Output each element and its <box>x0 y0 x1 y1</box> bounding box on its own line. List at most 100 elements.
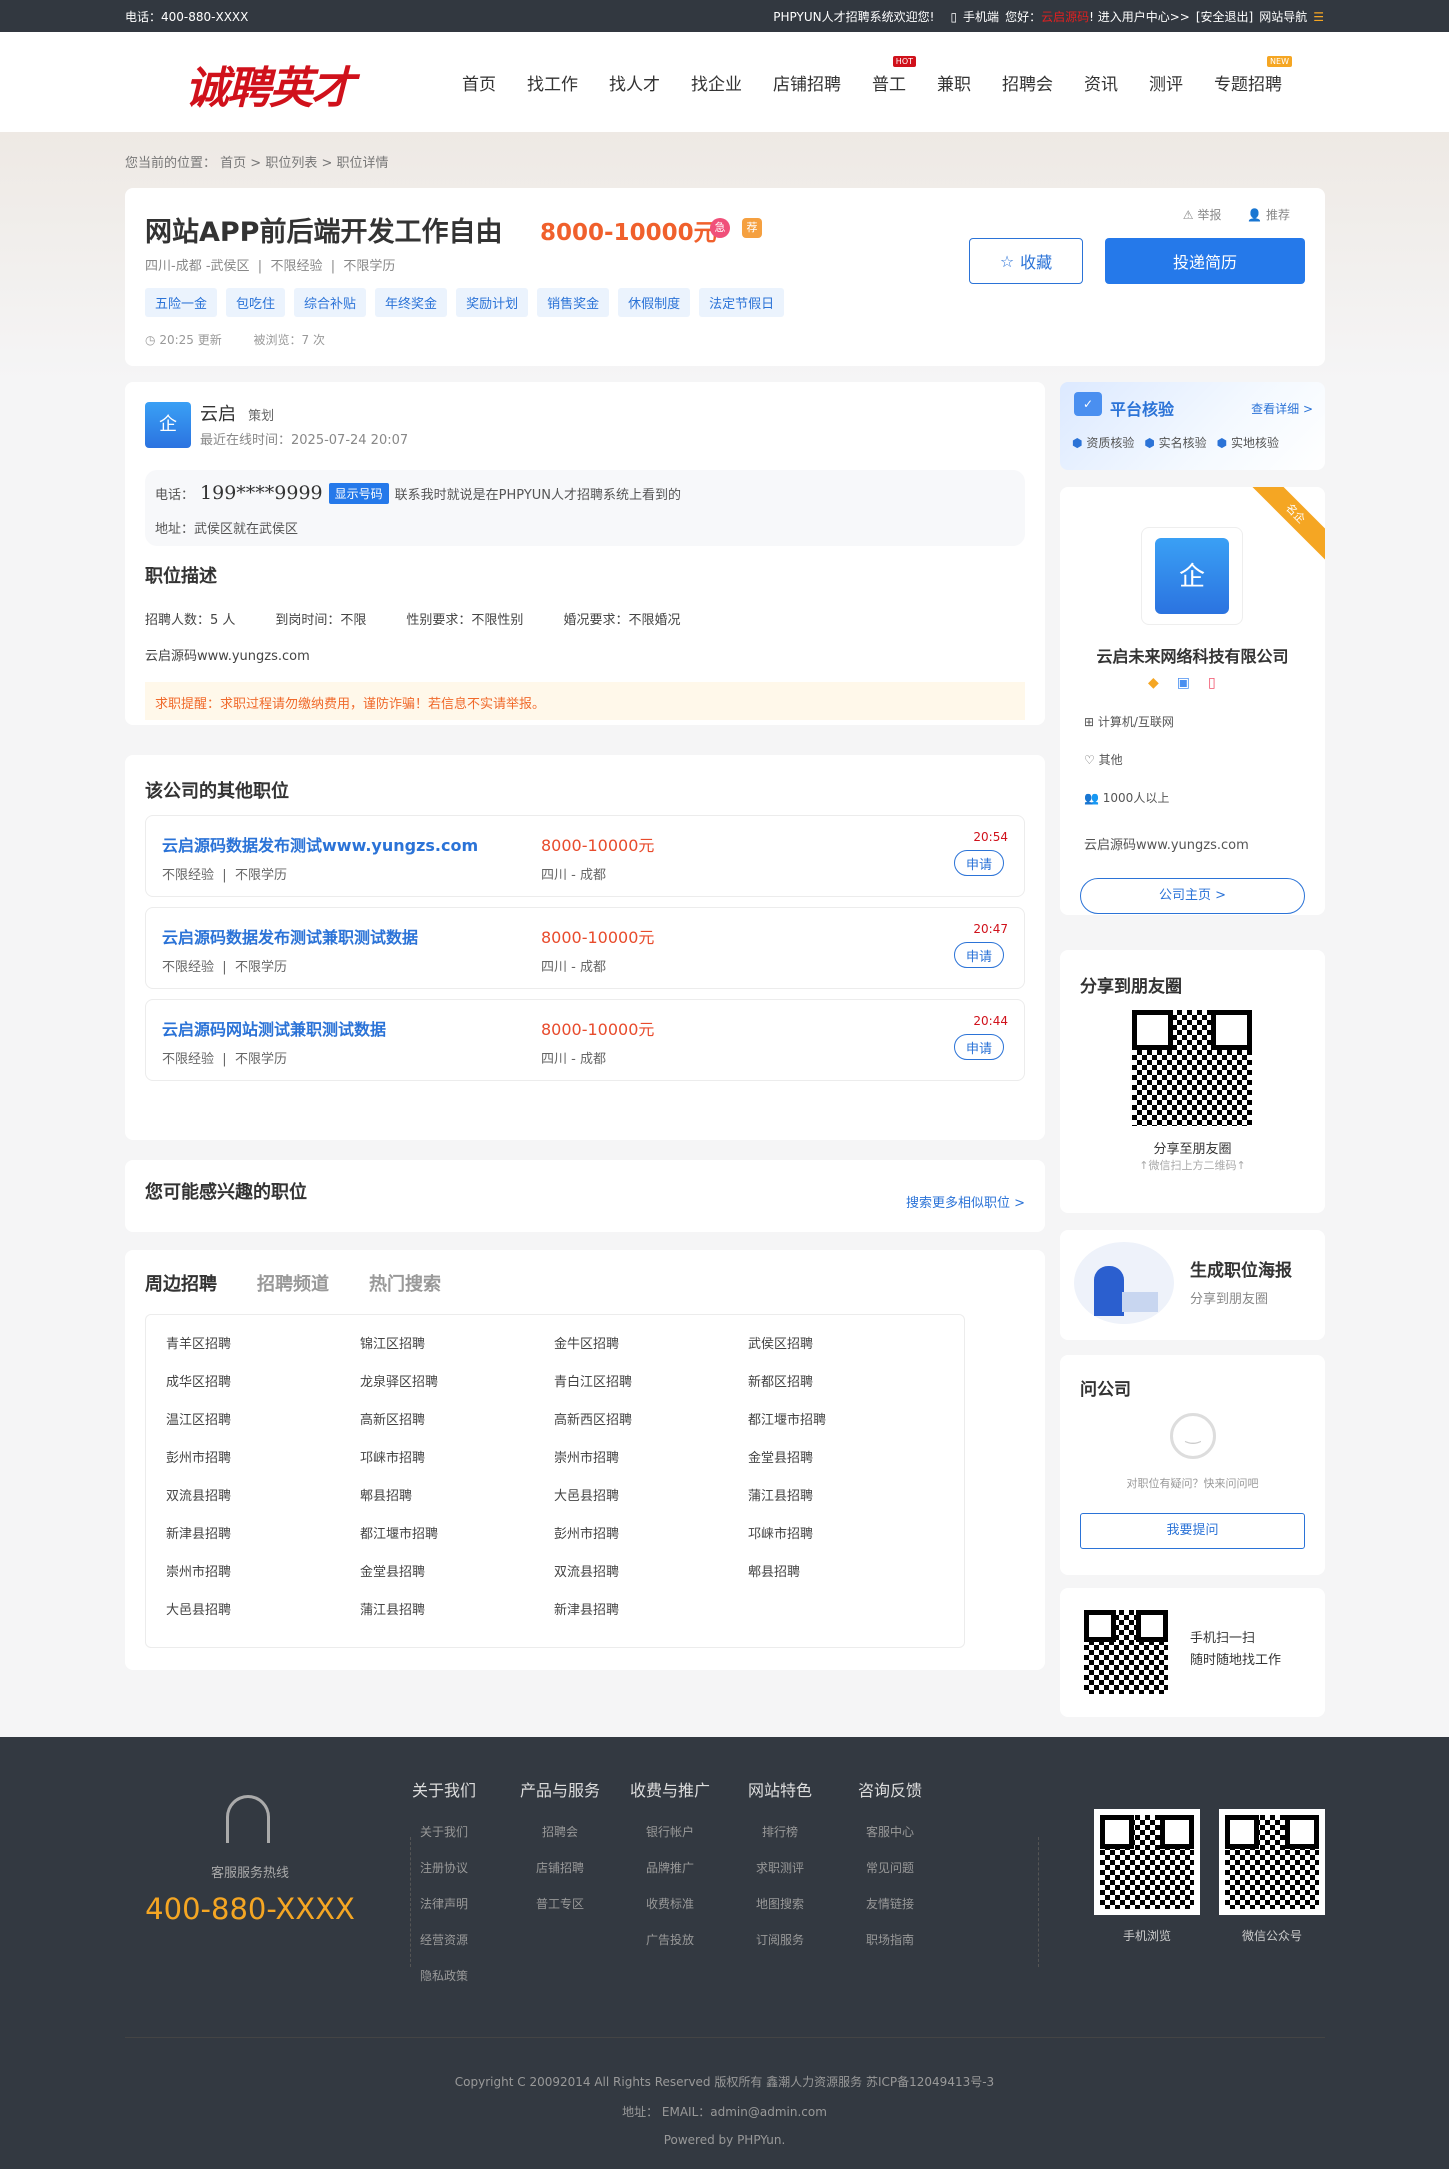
nav-find-job[interactable]: 找工作 <box>527 70 578 95</box>
job-link[interactable]: 云启源码数据发布测试www.yungzs.com <box>162 832 478 856</box>
menu-icon[interactable]: ☰ <box>1313 10 1324 24</box>
more-similar-link[interactable]: 搜索更多相似职位 > <box>906 1192 1025 1211</box>
apply-job-button[interactable]: 申请 <box>954 942 1004 968</box>
report-icon: ⚠ <box>1182 208 1194 222</box>
nav-find-talent[interactable]: 找人才 <box>609 70 660 95</box>
nearby-link[interactable]: 邛崃市招聘 <box>748 1523 942 1561</box>
apply-job-button[interactable]: 申请 <box>954 1034 1004 1060</box>
nearby-link[interactable]: 新津县招聘 <box>554 1599 748 1637</box>
nav-news[interactable]: 资讯 <box>1084 70 1118 95</box>
footer-link[interactable]: 常见问题 <box>840 1859 940 1895</box>
footer-link[interactable]: 银行帐户 <box>620 1823 720 1859</box>
nav-home[interactable]: 首页 <box>462 70 496 95</box>
footer-link[interactable]: 订阅服务 <box>730 1931 830 1967</box>
footer-link[interactable]: 客服中心 <box>840 1823 940 1859</box>
job-link[interactable]: 云启源码网站测试兼职测试数据 <box>162 1016 386 1040</box>
nearby-link[interactable]: 金牛区招聘 <box>554 1333 748 1371</box>
company-name[interactable]: 云启未来网络科技有限公司 <box>1060 643 1325 667</box>
nav-special[interactable]: 专题招聘 NEW <box>1214 56 1292 95</box>
ask-button[interactable]: 我要提问 <box>1080 1513 1305 1549</box>
show-number-button[interactable]: 显示号码 <box>328 482 389 504</box>
footer-link[interactable]: 隐私政策 <box>394 1967 494 2003</box>
footer-link[interactable]: 普工专区 <box>510 1895 610 1931</box>
nearby-link[interactable]: 高新区招聘 <box>360 1409 554 1447</box>
footer-link[interactable]: 排行榜 <box>730 1823 830 1859</box>
verify-item: ⬢ 实名核验 <box>1144 434 1206 451</box>
nearby-link[interactable]: 新都区招聘 <box>748 1371 942 1409</box>
nearby-link[interactable]: 蒲江县招聘 <box>748 1485 942 1523</box>
mobile-icon[interactable]: ▯ <box>950 10 957 24</box>
footer-link[interactable]: 法律声明 <box>394 1895 494 1931</box>
footer-link[interactable]: 友情链接 <box>840 1895 940 1931</box>
company-logo[interactable]: 企 <box>1141 527 1243 625</box>
nav-find-company[interactable]: 找企业 <box>691 70 742 95</box>
nearby-link[interactable]: 大邑县招聘 <box>554 1485 748 1523</box>
nearby-link[interactable]: 金堂县招聘 <box>360 1561 554 1599</box>
apply-job-button[interactable]: 申请 <box>954 850 1004 876</box>
footer-link[interactable]: 经营资源 <box>394 1931 494 1967</box>
poster-card[interactable]: 生成职位海报 分享到朋友圈 <box>1060 1230 1325 1340</box>
mobile-link[interactable]: 手机端 <box>963 8 999 25</box>
nearby-link[interactable]: 青白江区招聘 <box>554 1371 748 1409</box>
nearby-link[interactable]: 双流县招聘 <box>554 1561 748 1599</box>
ask-title: 问公司 <box>1080 1380 1131 1400</box>
nearby-link[interactable]: 崇州市招聘 <box>166 1561 360 1599</box>
footer-link[interactable]: 求职测评 <box>730 1859 830 1895</box>
site-nav-link[interactable]: 网站导航 <box>1259 8 1307 25</box>
breadcrumb-job-list[interactable]: 职位列表 <box>265 156 317 171</box>
footer-link[interactable]: 职场指南 <box>840 1931 940 1967</box>
nearby-link[interactable]: 双流县招聘 <box>166 1485 360 1523</box>
favorite-button[interactable]: ☆ 收藏 <box>969 238 1083 284</box>
report-link[interactable]: ⚠ 举报 <box>1183 208 1222 222</box>
tag: 法定节假日 <box>699 288 785 317</box>
nav-part-time[interactable]: 兼职 <box>937 70 971 95</box>
nearby-link[interactable]: 彭州市招聘 <box>554 1523 748 1561</box>
apply-button[interactable]: 投递简历 <box>1105 238 1305 284</box>
nav-job-fair[interactable]: 招聘会 <box>1002 70 1053 95</box>
footer-link[interactable]: 收费标准 <box>620 1895 720 1931</box>
user-center-link[interactable]: ! 进入用户中心>> <box>1089 8 1190 25</box>
nearby-link[interactable]: 龙泉驿区招聘 <box>360 1371 554 1409</box>
nav-evaluation[interactable]: 测评 <box>1149 70 1183 95</box>
nav-store[interactable]: 店铺招聘 <box>773 70 841 95</box>
footer-link[interactable]: 广告投放 <box>620 1931 720 1967</box>
logout-link[interactable]: [安全退出] <box>1196 8 1253 25</box>
username-link[interactable]: 云启源码 <box>1041 8 1089 25</box>
nearby-link[interactable]: 新津县招聘 <box>166 1523 360 1561</box>
footer-link[interactable]: 注册协议 <box>394 1859 494 1895</box>
breadcrumb-home[interactable]: 首页 <box>220 156 246 171</box>
footer-link[interactable]: 关于我们 <box>394 1823 494 1859</box>
job-link[interactable]: 云启源码数据发布测试兼职测试数据 <box>162 924 418 948</box>
nearby-link[interactable]: 青羊区招聘 <box>166 1333 360 1371</box>
nearby-link[interactable]: 都江堰市招聘 <box>360 1523 554 1561</box>
company-home-button[interactable]: 公司主页 > <box>1080 878 1305 914</box>
recommend-link[interactable]: 👤 推荐 <box>1247 208 1290 222</box>
footer-link[interactable]: 店铺招聘 <box>510 1859 610 1895</box>
nearby-link[interactable]: 崇州市招聘 <box>554 1447 748 1485</box>
nearby-link[interactable]: 成华区招聘 <box>166 1371 360 1409</box>
tab-nearby[interactable]: 周边招聘 <box>145 1270 217 1296</box>
nearby-link[interactable]: 邛崃市招聘 <box>360 1447 554 1485</box>
nearby-link[interactable]: 蒲江县招聘 <box>360 1599 554 1637</box>
nearby-link[interactable]: 郫县招聘 <box>748 1561 942 1599</box>
nearby-link[interactable]: 郫县招聘 <box>360 1485 554 1523</box>
logo[interactable]: 诚聘英才 <box>185 52 355 116</box>
nearby-link[interactable]: 大邑县招聘 <box>166 1599 360 1637</box>
nearby-link[interactable]: 都江堰市招聘 <box>748 1409 942 1447</box>
tab-hot-search[interactable]: 热门搜索 <box>369 1270 441 1296</box>
tab-channel[interactable]: 招聘频道 <box>257 1270 329 1296</box>
footer-link[interactable]: 招聘会 <box>510 1823 610 1859</box>
footer-link[interactable]: 地图搜索 <box>730 1895 830 1931</box>
footer-link[interactable]: 品牌推广 <box>620 1859 720 1895</box>
nearby-link[interactable]: 金堂县招聘 <box>748 1447 942 1485</box>
nearby-link[interactable]: 锦江区招聘 <box>360 1333 554 1371</box>
nearby-link[interactable]: 温江区招聘 <box>166 1409 360 1447</box>
nav-general-worker[interactable]: 普工 HOT <box>872 56 916 95</box>
job-salary: 8000-10000元 <box>541 1020 655 1039</box>
nearby-link[interactable]: 高新西区招聘 <box>554 1409 748 1447</box>
nearby-link[interactable]: 武侯区招聘 <box>748 1333 942 1371</box>
share-title: 分享到朋友圈 <box>1080 977 1182 997</box>
verify-detail-link[interactable]: 查看详细 > <box>1251 400 1313 417</box>
job-header-card: 网站APP前后端开发工作自由 8000-10000元 急 荐 四川-成都 -武侯… <box>125 188 1325 366</box>
nearby-link[interactable]: 彭州市招聘 <box>166 1447 360 1485</box>
